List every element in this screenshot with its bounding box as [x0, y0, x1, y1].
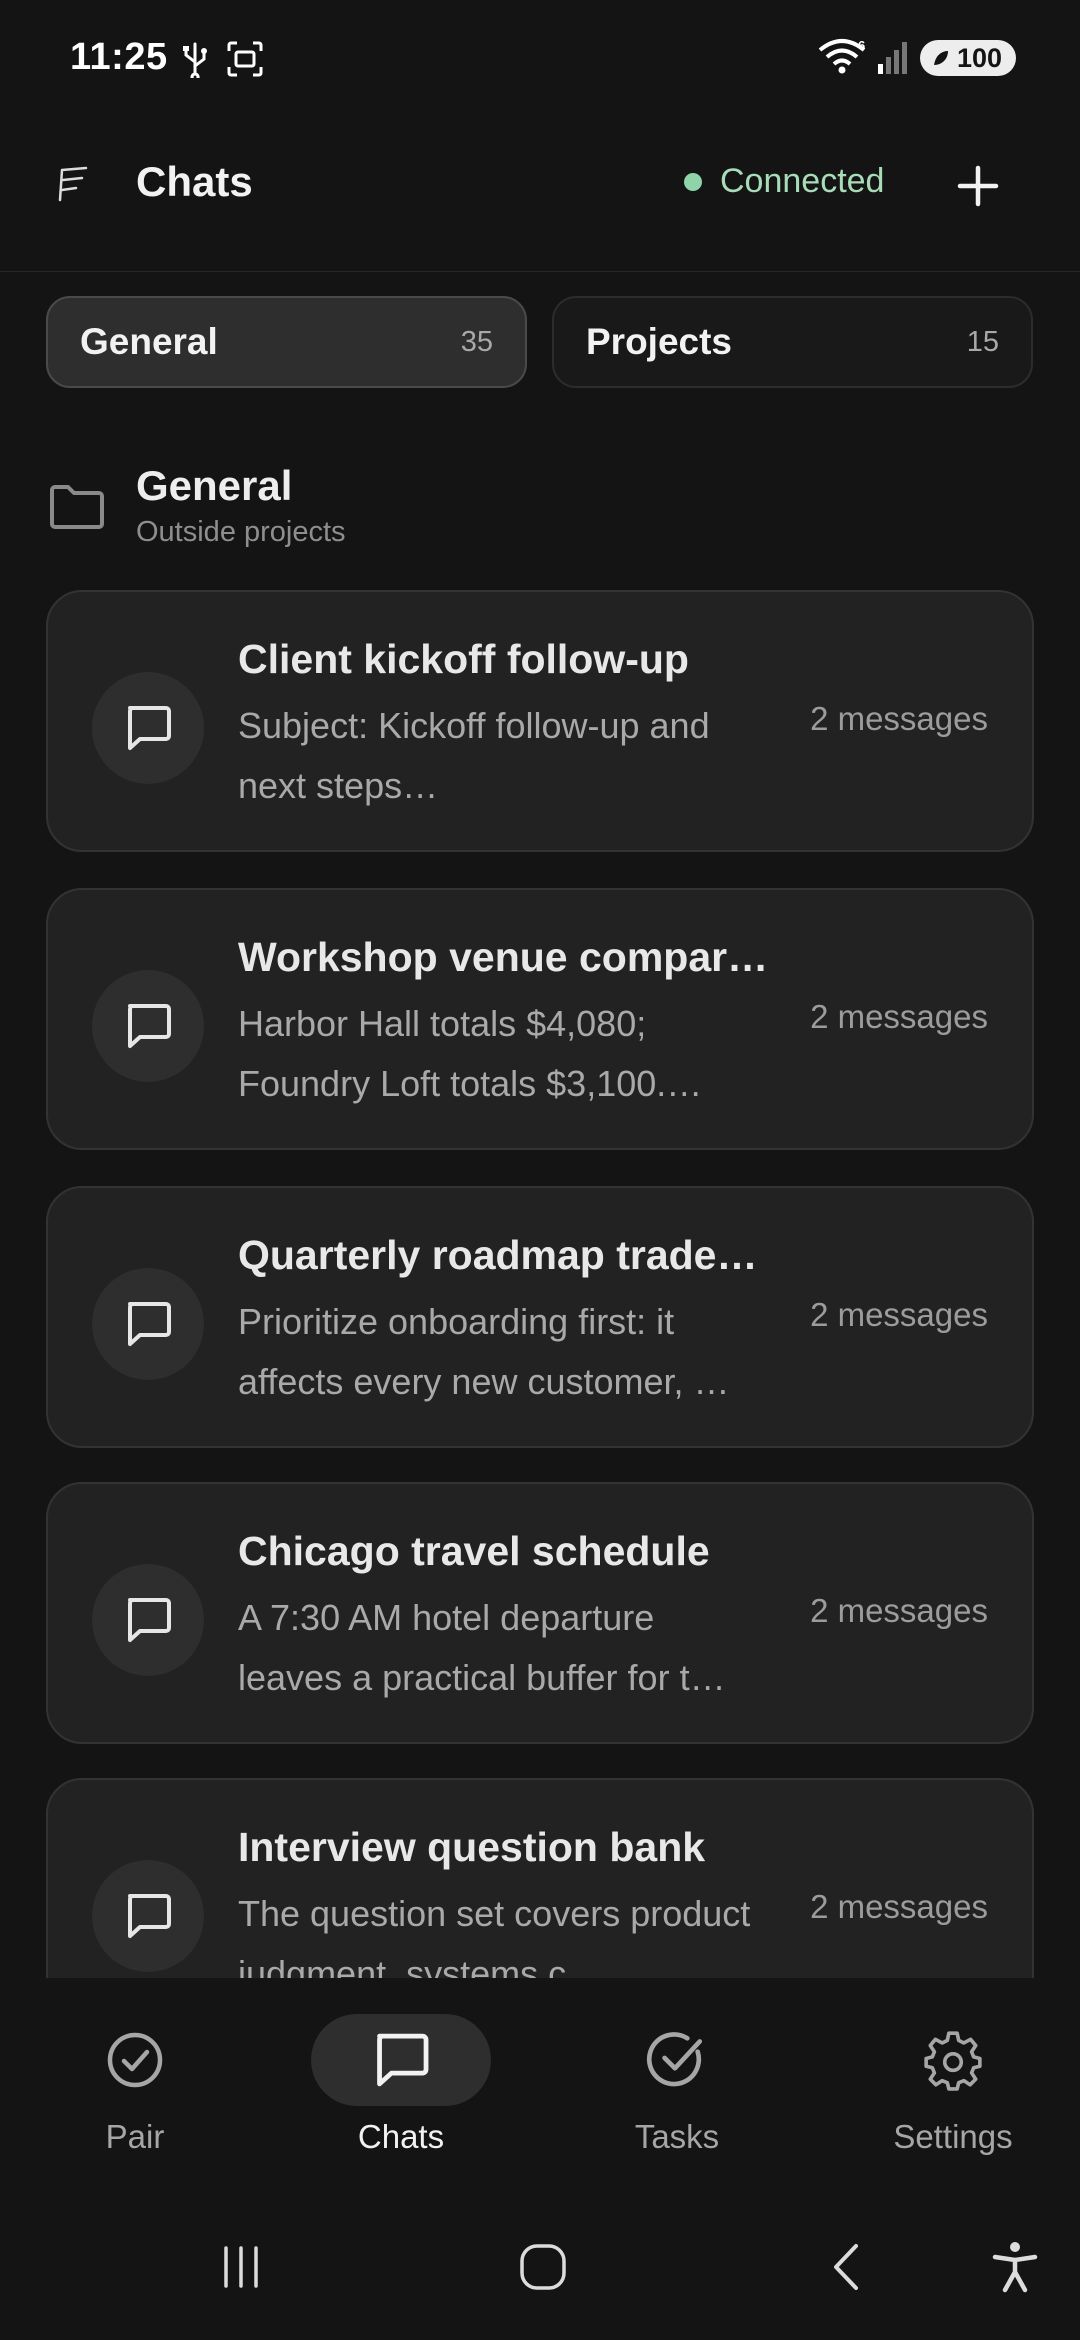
chat-avatar: [92, 1268, 204, 1380]
nav-tasks-icon-wrap: [587, 2014, 767, 2106]
usb-icon: [183, 42, 207, 78]
check-circle-icon: [107, 2032, 163, 2088]
battery-indicator: 100: [920, 40, 1016, 76]
nav-label-chats: Chats: [357, 2118, 445, 2155]
chat-bubble-icon: [377, 2033, 429, 2087]
battery-level: 100: [956, 42, 1002, 73]
chat-item[interactable]: Interview question bank The question set…: [46, 1778, 1034, 1978]
accessibility-icon: [992, 2242, 1038, 2293]
chat-message-count: 2 messages: [810, 1296, 988, 1333]
tab-projects-count: 15: [966, 325, 999, 358]
nav-label-tasks: Tasks: [634, 2118, 720, 2155]
tab-general-label: General: [80, 321, 218, 362]
chat-list[interactable]: Client kickoff follow-up Subject: Kickof…: [0, 590, 1080, 1978]
nav-item-chats[interactable]: Chats: [266, 1978, 536, 2192]
connection-dot: [684, 172, 702, 191]
section-header: General Outside projects: [46, 458, 1036, 558]
system-nav-bar: [0, 2192, 1080, 2340]
page-title: Chats: [136, 158, 253, 205]
chat-title: Quarterly roadmap trade…: [238, 1232, 758, 1278]
chat-bubble-icon: [128, 1598, 171, 1642]
folder-icon: [50, 485, 104, 529]
chat-item[interactable]: Workshop venue compar… Harbor Hall total…: [46, 888, 1034, 1150]
chat-bubble-icon: [128, 706, 171, 750]
chat-title: Interview question bank: [238, 1824, 706, 1870]
new-chat-button[interactable]: [948, 156, 1008, 216]
nav-pair-icon-wrap: [45, 2014, 225, 2106]
recents-icon: [224, 2246, 258, 2288]
task-check-icon: [646, 2032, 703, 2087]
power-saving-icon: [934, 51, 948, 65]
chat-message-count: 2 messages: [810, 1592, 988, 1629]
nav-item-settings[interactable]: Settings: [818, 1978, 1080, 2192]
tab-general[interactable]: General 35: [46, 296, 527, 388]
bottom-nav: Pair Chats Tasks Settings: [0, 1978, 1080, 2192]
back-button[interactable]: [812, 2232, 882, 2302]
chat-message-count: 2 messages: [810, 998, 988, 1035]
plus-icon: [957, 165, 999, 207]
accessibility-button[interactable]: [980, 2232, 1050, 2302]
home-button[interactable]: [508, 2232, 578, 2302]
tab-projects[interactable]: Projects 15: [552, 296, 1033, 388]
screenshot-icon: [227, 41, 263, 77]
chats-screen: 11:25 6 100 Chats Connected General 35 P…: [0, 0, 1080, 2340]
chat-avatar: [92, 1860, 204, 1972]
chat-bubble-icon: [128, 1894, 171, 1938]
connection-label: Connected: [720, 162, 885, 200]
status-time: 11:25: [70, 36, 168, 78]
nav-chats-icon-wrap: [311, 2014, 491, 2106]
chat-bubble-icon: [128, 1004, 171, 1048]
chat-message-count: 2 messages: [810, 1888, 988, 1925]
app-header: Chats Connected: [0, 110, 1080, 272]
gear-icon: [924, 2031, 982, 2091]
chat-preview: Harbor Hall totals $4,080; Foundry Loft …: [238, 1003, 703, 1104]
chat-item[interactable]: Quarterly roadmap trade… Prioritize onbo…: [46, 1186, 1034, 1448]
nav-settings-icon-wrap: [863, 2014, 1043, 2106]
chat-title: Chicago travel schedule: [238, 1528, 710, 1574]
nav-item-tasks[interactable]: Tasks: [542, 1978, 812, 2192]
chat-title: Workshop venue compar…: [238, 934, 769, 980]
chat-preview: A 7:30 AM hotel departure leaves a pract…: [238, 1597, 726, 1698]
cell-signal-icon: [878, 42, 907, 74]
chat-preview: Prioritize onboarding first: it affects …: [238, 1301, 730, 1402]
chat-item[interactable]: Client kickoff follow-up Subject: Kickof…: [46, 590, 1034, 852]
chat-avatar: [92, 672, 204, 784]
chat-bubble-icon: [128, 1302, 171, 1346]
chat-avatar: [92, 970, 204, 1082]
section-title: General: [136, 462, 293, 509]
chat-preview: Subject: Kickoff follow-up and next step…: [238, 705, 710, 806]
tab-projects-label: Projects: [586, 321, 733, 362]
connection-status: Connected: [684, 162, 884, 201]
back-icon: [834, 2244, 858, 2290]
chat-message-count: 2 messages: [810, 700, 988, 737]
nav-label-pair: Pair: [105, 2118, 165, 2155]
chat-title: Client kickoff follow-up: [238, 636, 689, 682]
signal-badge: 6: [858, 38, 865, 53]
chat-item[interactable]: Chicago travel schedule A 7:30 AM hotel …: [46, 1482, 1034, 1744]
chat-preview: The question set covers product judgment…: [238, 1893, 751, 1978]
app-logo-icon[interactable]: [56, 164, 90, 204]
status-bar: 11:25 6 100: [0, 0, 1080, 110]
section-subtitle: Outside projects: [136, 516, 346, 548]
home-icon: [520, 2244, 566, 2290]
recents-button[interactable]: [206, 2232, 276, 2302]
nav-item-pair[interactable]: Pair: [0, 1978, 270, 2192]
wifi-icon: 6: [818, 38, 866, 74]
nav-label-settings: Settings: [893, 2118, 1013, 2155]
chat-avatar: [92, 1564, 204, 1676]
tab-general-count: 35: [460, 325, 493, 358]
